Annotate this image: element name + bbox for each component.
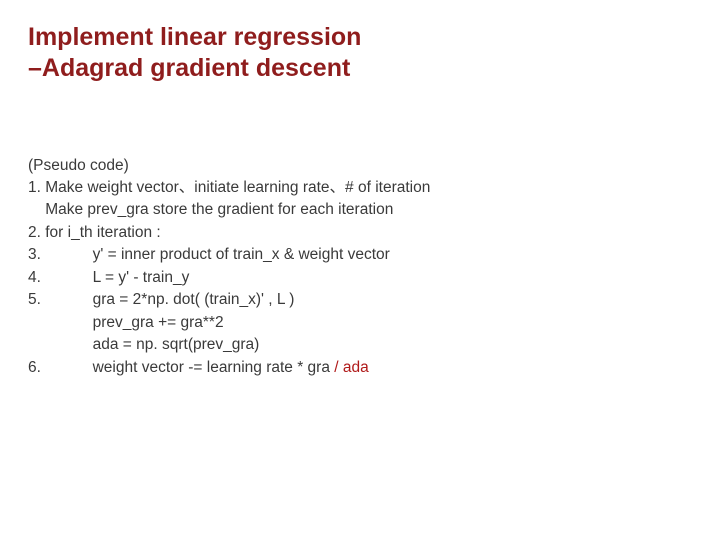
- pc-line-3: 3. y' = inner product of train_x & weigh…: [28, 244, 692, 266]
- pc-line-5c: ada = np. sqrt(prev_gra): [28, 334, 692, 356]
- pc-line-5b: prev_gra += gra**2: [28, 312, 692, 334]
- pc-line-1a: 1. Make weight vector、initiate learning …: [28, 177, 692, 199]
- slide: Implement linear regression –Adagrad gra…: [0, 0, 720, 540]
- pc-line-6: 6. weight vector -= learning rate * gra …: [28, 357, 692, 379]
- pc-line-2: 2. for i_th iteration :: [28, 222, 692, 244]
- pc-line-6-main: 6. weight vector -= learning rate * gra: [28, 359, 334, 376]
- pseudo-code-label: (Pseudo code): [28, 155, 692, 177]
- title-line-1: Implement linear regression: [28, 23, 361, 51]
- pc-line-6-highlight: / ada: [334, 359, 368, 376]
- slide-title: Implement linear regression –Adagrad gra…: [28, 22, 692, 85]
- pseudo-code-block: (Pseudo code) 1. Make weight vector、init…: [28, 155, 692, 380]
- pc-line-1b: Make prev_gra store the gradient for eac…: [28, 199, 692, 221]
- pc-line-4: 4. L = y' - train_y: [28, 267, 692, 289]
- title-line-2: –Adagrad gradient descent: [28, 54, 350, 82]
- pc-line-5: 5. gra = 2*np. dot( (train_x)' , L ): [28, 289, 692, 311]
